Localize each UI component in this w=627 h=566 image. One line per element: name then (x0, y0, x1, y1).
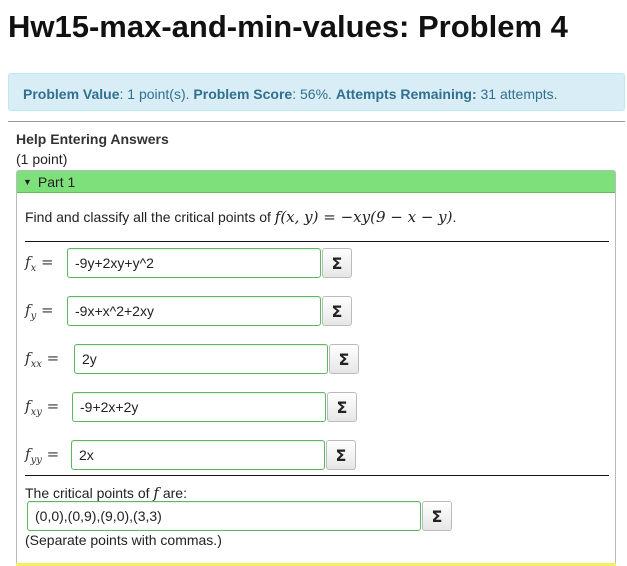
answer-row-fyy: fyy = 2x Σ (25, 440, 356, 470)
separate-points-note: (Separate points with commas.) (25, 532, 222, 548)
help-entering-answers-link[interactable]: Help Entering Answers (16, 131, 169, 147)
sigma-icon: Σ (331, 301, 343, 321)
fy-answer-input[interactable]: -9x+x^2+2xy (67, 296, 321, 326)
problem-value-text: : 1 point(s). (119, 86, 194, 102)
problem-value-label: Problem Value (23, 86, 120, 102)
fxy-label: fxy = (25, 396, 60, 418)
fxx-label: fxx = (25, 348, 60, 370)
answer-row-fy: fy = -9x+x^2+2xy Σ (25, 296, 352, 326)
prompt-text: Find and classify all the critical point… (25, 209, 275, 225)
prompt-formula: f(x, y) = −xy(9 − x − y) (274, 208, 453, 226)
part-1-title: Part 1 (37, 173, 76, 190)
fxx-equation-editor-button[interactable]: Σ (329, 344, 359, 374)
fyy-label: fyy = (25, 444, 60, 466)
problem-score-text: : 56%. (292, 86, 336, 102)
answer-row-fx: fx = -9y+2xy+y^2 Σ (25, 248, 352, 278)
problem-prompt: Find and classify all the critical point… (25, 208, 456, 226)
top-divider (8, 121, 625, 122)
answer-row-critical-points: (0,0),(0,9),(9,0),(3,3) Σ (27, 501, 452, 531)
fx-label: fx = (25, 252, 54, 274)
attempts-text: 31 attempts. (476, 86, 558, 102)
attempts-label: Attempts Remaining: (335, 86, 477, 102)
fyy-equation-editor-button[interactable]: Σ (326, 440, 356, 470)
sigma-icon: Σ (431, 506, 443, 526)
critical-points-equation-editor-button[interactable]: Σ (422, 501, 452, 531)
answer-row-fxy: fxy = -9+2x+2y Σ (25, 392, 357, 422)
triangle-down-icon: ▼ (23, 176, 32, 187)
page-title: Hw15-max-and-min-values: Problem 4 (8, 9, 568, 44)
fy-equation-editor-button[interactable]: Σ (322, 296, 352, 326)
part-1-header[interactable]: ▼ Part 1 (17, 171, 615, 193)
sigma-icon: Σ (331, 253, 343, 273)
part-1-panel: ▼ Part 1 Find and classify all the criti… (16, 170, 616, 565)
sigma-icon: Σ (335, 445, 347, 465)
fx-answer-input[interactable]: -9y+2xy+y^2 (67, 248, 321, 278)
sigma-icon: Σ (336, 397, 348, 417)
points-text: (1 point) (16, 151, 68, 167)
fxy-equation-editor-button[interactable]: Σ (327, 392, 357, 422)
problem-info-box: Problem Value: 1 point(s). Problem Score… (8, 73, 625, 111)
answers-divider (25, 475, 609, 476)
prompt-period: . (452, 209, 457, 225)
critical-points-answer-input[interactable]: (0,0),(0,9),(9,0),(3,3) (27, 501, 421, 531)
fxy-answer-input[interactable]: -9+2x+2y (72, 392, 326, 422)
fxx-answer-input[interactable]: 2y (74, 344, 328, 374)
problem-score-label: Problem Score (193, 86, 293, 102)
critical-points-label: The critical points of f are: (25, 484, 187, 502)
fy-label: fy = (25, 300, 54, 322)
fyy-answer-input[interactable]: 2x (71, 440, 325, 470)
answer-row-fxx: fxx = 2y Σ (25, 344, 359, 374)
fx-equation-editor-button[interactable]: Σ (322, 248, 352, 278)
sigma-icon: Σ (338, 349, 350, 369)
prompt-divider (25, 241, 609, 242)
